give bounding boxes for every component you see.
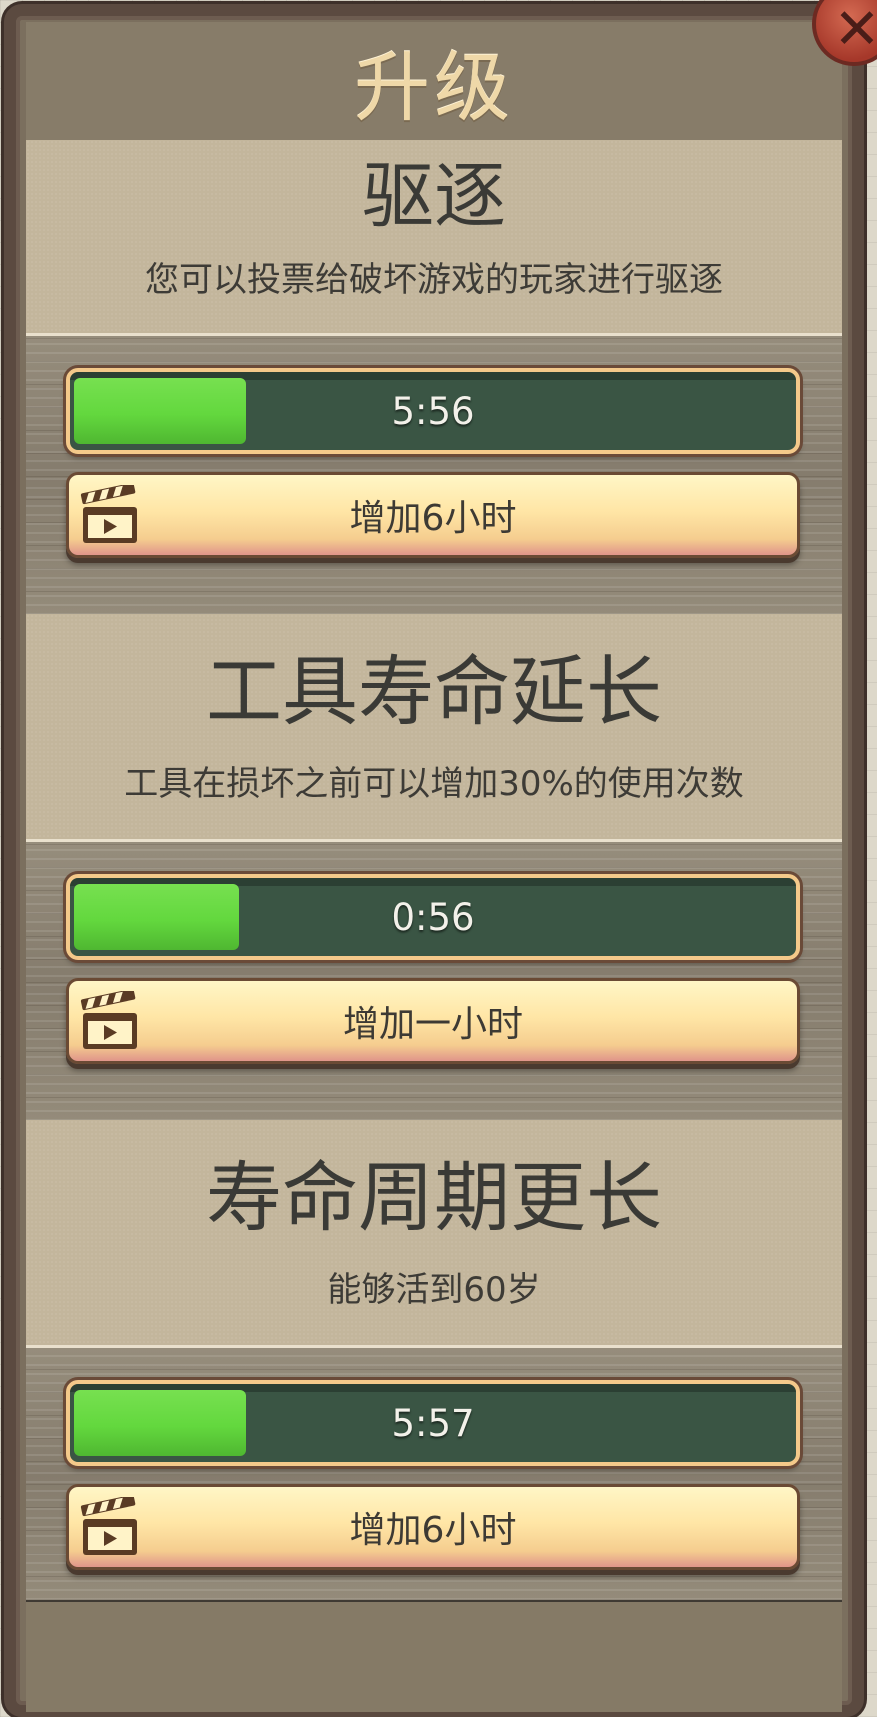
upgrade-name: 工具寿命延长 (206, 647, 662, 736)
close-icon: ✕ (833, 0, 877, 62)
upgrade-info: 工具寿命延长 工具在损坏之前可以增加30%的使用次数 (26, 614, 842, 842)
clapperboard-icon (80, 991, 137, 1049)
upgrade-card-evict: 驱逐 您可以投票给破坏游戏的玩家进行驱逐 5:56 增加6小时 (26, 140, 842, 617)
add-time-label: 增加6小时 (349, 498, 517, 539)
upgrade-name: 寿命周期更长 (206, 1153, 662, 1242)
upgrade-description: 工具在损坏之前可以增加30%的使用次数 (124, 764, 744, 804)
progress-bar: 5:57 (66, 1380, 800, 1466)
add-time-label: 增加6小时 (349, 1510, 517, 1551)
upgrade-info: 寿命周期更长 能够活到60岁 (26, 1120, 842, 1348)
upgrade-description: 能够活到60岁 (327, 1270, 541, 1310)
add-time-label: 增加一小时 (342, 1004, 523, 1045)
timer-text: 5:57 (391, 1401, 475, 1445)
upgrade-info: 驱逐 您可以投票给破坏游戏的玩家进行驱逐 (26, 140, 842, 336)
upgrade-controls: 5:56 增加6小时 (26, 336, 842, 617)
add-time-button[interactable]: 增加6小时 (66, 472, 800, 558)
progress-bar: 0:56 (66, 874, 800, 960)
add-time-button[interactable]: 增加一小时 (66, 978, 800, 1064)
upgrade-card-lifespan: 寿命周期更长 能够活到60岁 5:57 增加6小时 (26, 1120, 842, 1602)
timer-text: 0:56 (391, 895, 475, 939)
upgrade-controls: 0:56 增加一小时 (26, 842, 842, 1123)
upgrade-description: 您可以投票给破坏游戏的玩家进行驱逐 (145, 260, 723, 300)
upgrade-name: 驱逐 (361, 154, 506, 238)
progress-bar: 5:56 (66, 368, 800, 454)
upgrade-card-tool-life: 工具寿命延长 工具在损坏之前可以增加30%的使用次数 0:56 增加一小时 (26, 614, 842, 1123)
upgrade-controls: 5:57 增加6小时 (26, 1348, 842, 1602)
clapperboard-icon (80, 1497, 137, 1555)
dialog-title: 升级 (354, 43, 514, 132)
timer-text: 5:56 (391, 389, 475, 433)
add-time-button[interactable]: 增加6小时 (66, 1484, 800, 1570)
dialog-header: 升级 (26, 22, 842, 140)
clapperboard-icon (80, 485, 137, 543)
